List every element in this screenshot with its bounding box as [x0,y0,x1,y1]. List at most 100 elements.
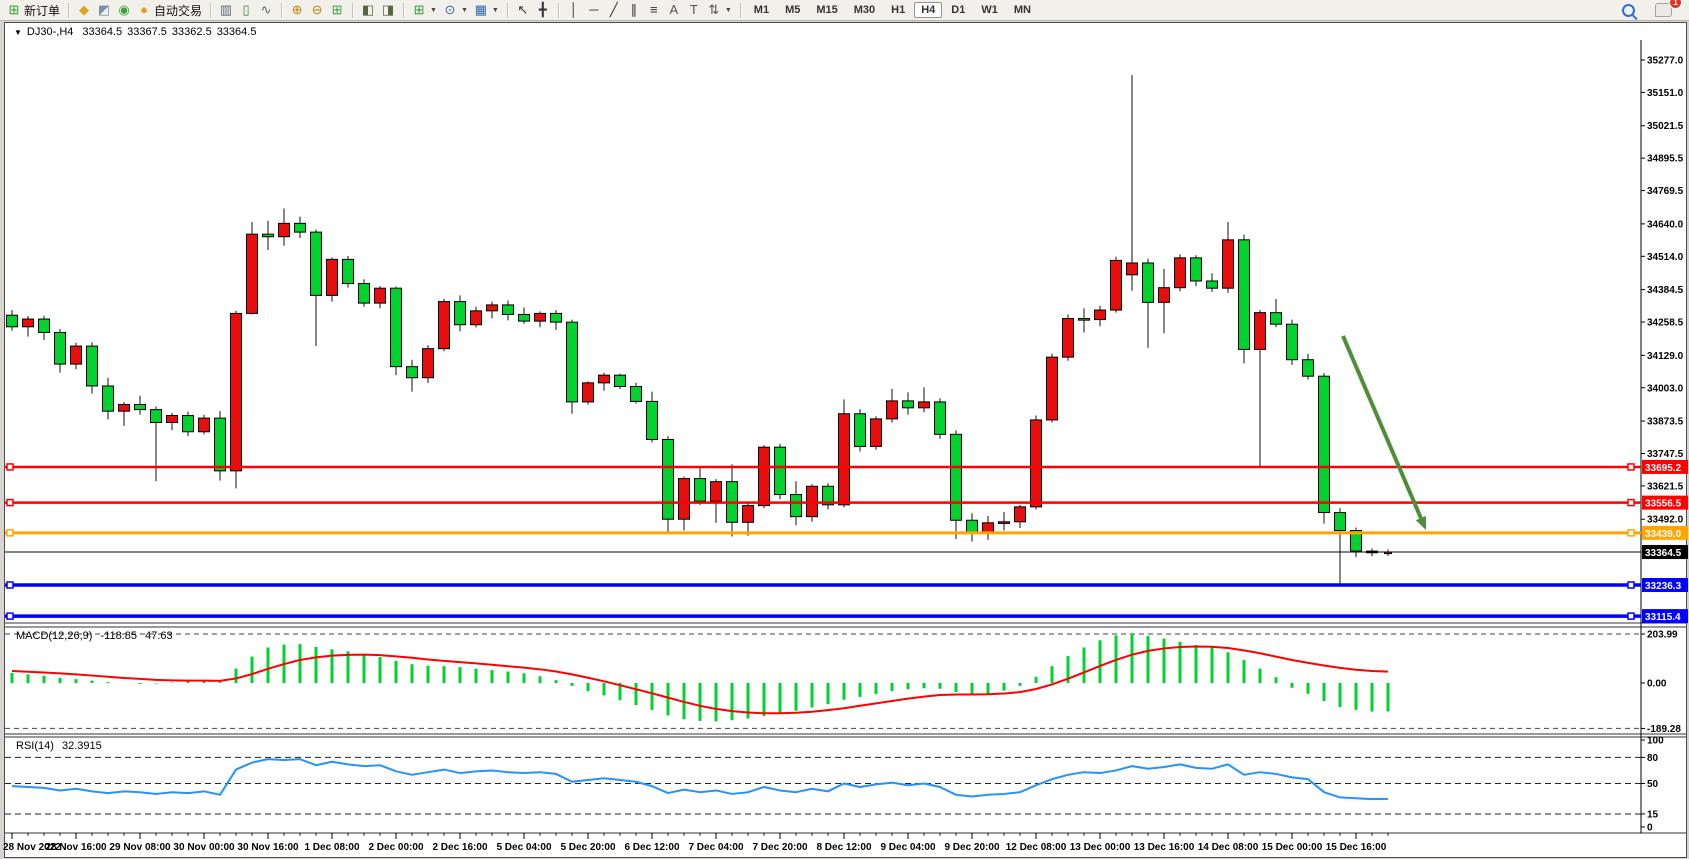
time-axis-label: 14 Dec 08:00 [1198,842,1259,853]
signals-button[interactable]: ◉ [114,2,134,18]
macd-scale-label: 203.99 [1647,630,1678,641]
period-clock-icon: ⊙ [443,3,457,17]
candle-body [215,418,226,471]
vertical-line-button[interactable]: │ [564,2,584,18]
symbol-dropdown-icon[interactable]: ▼ [14,28,22,37]
add-indicator-button[interactable]: ⊞▼ [409,2,440,18]
price-tick-label: 35151.0 [1647,88,1684,99]
charts-button[interactable]: ◆ [74,2,94,18]
period-clock-button[interactable]: ⊙▼ [440,2,471,18]
zoom-out-button[interactable]: ⊖ [307,2,327,18]
support-line-orange-handle[interactable] [7,530,13,536]
add-indicator-icon: ⊞ [412,3,426,17]
macd-scale-label: 0.00 [1647,679,1667,690]
candle-body [583,383,594,402]
support-line-blue-2-handle[interactable] [7,613,13,619]
fibonacci-button[interactable]: ≡ [644,2,664,18]
candle-body [471,311,482,325]
timeframe-button-m5[interactable]: M5 [778,2,807,18]
line-chart-mode-icon: ∿ [259,3,273,17]
candle-body [631,386,642,401]
arrows-tool-button[interactable]: ⇅▼ [704,2,735,18]
timeframe-button-mn[interactable]: MN [1007,2,1038,18]
bar-chart-mode-button[interactable]: ▥ [216,2,236,18]
resistance-line-1-handle[interactable] [1628,464,1634,470]
timeframe-button-w1[interactable]: W1 [974,2,1005,18]
tile-windows-icon: ⊞ [330,3,344,17]
candle-body [263,234,274,237]
candle-body [183,416,194,432]
ohlc-low: 33362.5 [172,26,212,38]
timeframe-button-m15[interactable]: M15 [809,2,844,18]
price-tick-label: 34895.5 [1647,154,1684,165]
timeframe-button-h1[interactable]: H1 [884,2,912,18]
support-line-blue-1-handle[interactable] [7,582,13,588]
indicator-window-2-button[interactable]: ◨ [378,2,398,18]
cursor-button[interactable]: ↖ [513,2,533,18]
candle-body [231,313,242,470]
candle-chart-mode-button[interactable]: ▯ [236,2,256,18]
fibonacci-icon: ≡ [647,3,661,17]
candle-body [935,402,946,434]
chart-title-bar: ▼ DJ30-,H4 33364.5 33367.5 33362.5 33364… [14,26,256,38]
zoom-in-button[interactable]: ⊕ [287,2,307,18]
candle-body [551,313,562,322]
support-line-blue-2-handle[interactable] [1628,613,1634,619]
search-button[interactable] [1619,3,1638,18]
candle-body [135,404,146,409]
candle-body [151,410,162,423]
timeframe-button-d1[interactable]: D1 [944,2,972,18]
candle-body [55,332,66,364]
ohlc-open: 33364.5 [82,26,122,38]
template-button[interactable]: ▦▼ [471,2,502,18]
candle-body [71,346,82,364]
time-axis-label: 15 Dec 16:00 [1326,842,1387,853]
resistance-line-2-handle[interactable] [7,500,13,506]
new-order-button[interactable]: ⊞新订单 [4,1,63,20]
toolbar-separator [507,3,508,18]
horizontal-line-button[interactable]: ─ [584,2,604,18]
candle-body [535,313,546,321]
zoom-out-icon: ⊖ [310,3,324,17]
candle-body [1175,258,1186,288]
equidistant-channel-button[interactable]: ∥ [624,2,644,18]
arrows-tool-button-dropdown-icon[interactable]: ▼ [725,7,732,14]
toolbar-separator [740,3,741,18]
candle-body [103,386,114,411]
tile-windows-button[interactable]: ⊞ [327,2,347,18]
market-watch-button[interactable]: ◩ [94,2,114,18]
price-tick-label: 34258.5 [1647,318,1684,329]
text-button[interactable]: A [664,2,684,18]
support-line-blue-1-handle[interactable] [1628,582,1634,588]
period-clock-button-dropdown-icon[interactable]: ▼ [461,7,468,14]
macd-value: -118.85 [100,630,137,642]
text-label-button[interactable]: T [684,2,704,18]
autotrading-button-label: 自动交易 [154,2,202,19]
candle-body [199,418,210,432]
candle-body [1223,240,1234,288]
template-button-dropdown-icon[interactable]: ▼ [492,7,499,14]
candle-body [1287,324,1298,360]
autotrading-icon: ● [137,3,151,17]
chart-plot[interactable]: 33695.233556.533439.033364.533236.333115… [0,0,1689,859]
notifications-button[interactable]: 1 [1652,2,1675,18]
macd-signal-value: 47.63 [145,630,173,642]
resistance-line-2-handle[interactable] [1628,500,1634,506]
indicator-window-icon: ◧ [361,3,375,17]
time-axis-label: 12 Dec 08:00 [1006,842,1067,853]
resistance-line-1-handle[interactable] [7,464,13,470]
timeframe-button-m1[interactable]: M1 [747,2,776,18]
trendline-button[interactable]: ╱ [604,2,624,18]
new-order-button-label: 新订单 [24,2,60,19]
text-label-icon: T [687,3,701,17]
timeframe-button-m30[interactable]: M30 [847,2,882,18]
timeframe-button-h4[interactable]: H4 [914,2,942,18]
support-line-orange-handle[interactable] [1628,530,1634,536]
add-indicator-button-dropdown-icon[interactable]: ▼ [430,7,437,14]
down-trend-arrow[interactable] [1343,336,1421,518]
indicator-window-button[interactable]: ◧ [358,2,378,18]
autotrading-button[interactable]: ●自动交易 [134,1,205,20]
line-chart-mode-button[interactable]: ∿ [256,2,276,18]
zoom-in-icon: ⊕ [290,3,304,17]
crosshair-button[interactable]: ╋ [533,2,553,18]
